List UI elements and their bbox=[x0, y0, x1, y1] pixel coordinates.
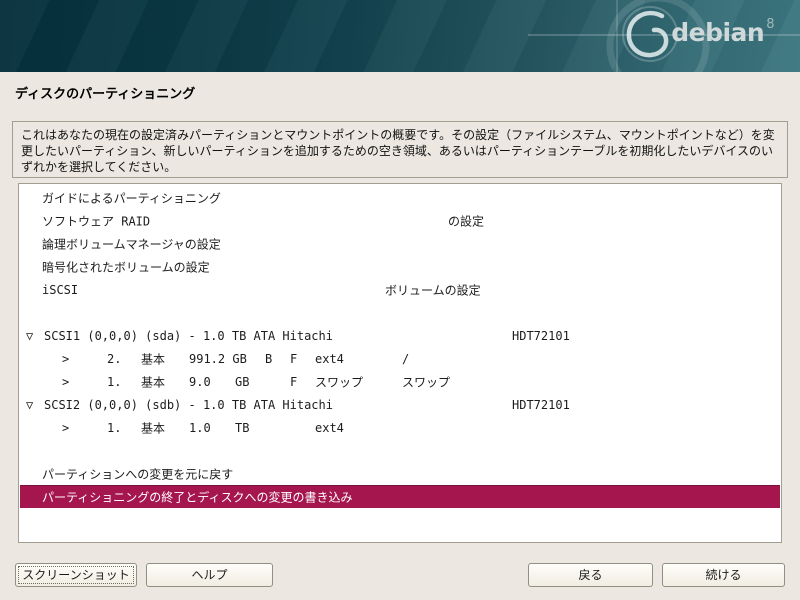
screenshot-button[interactable]: スクリーンショット bbox=[15, 563, 137, 587]
row-text: 基本 bbox=[141, 373, 165, 390]
row-text: / bbox=[402, 352, 409, 366]
row-text: 論理ボリュームマネージャの設定 bbox=[42, 235, 221, 252]
row-text: ext4 bbox=[315, 352, 344, 366]
expander-open-icon[interactable]: ▽ bbox=[26, 329, 33, 343]
row-text: iSCSI bbox=[42, 283, 78, 297]
row-text: GB bbox=[235, 375, 249, 389]
header-banner: debian8 bbox=[0, 0, 800, 72]
partition-list[interactable]: ガイドによるパーティショニングソフトウェア RAID の設定論理ボリュームマネージ… bbox=[18, 183, 782, 543]
row-text: 暗号化されたボリュームの設定 bbox=[42, 258, 210, 275]
row-text: スワップ bbox=[315, 373, 363, 390]
row-text: パーティションへの変更を元に戻す bbox=[42, 465, 233, 482]
row-text: F bbox=[290, 375, 297, 389]
row-text: の設定 bbox=[448, 212, 484, 229]
row-text: 基本 bbox=[141, 350, 165, 367]
go-back-button[interactable]: 戻る bbox=[528, 563, 653, 587]
configure-encrypted-volumes[interactable]: 暗号化されたボリュームの設定 bbox=[20, 255, 780, 278]
undo-partition-changes[interactable]: パーティションへの変更を元に戻す bbox=[20, 462, 780, 485]
spacer-row bbox=[20, 439, 780, 462]
chevron-right-icon[interactable]: > bbox=[62, 352, 69, 366]
row-text: SCSI2 (0,0,0) (sdb) - 1.0 TB ATA Hitachi bbox=[44, 398, 333, 412]
row-text: ガイドによるパーティショニング bbox=[42, 189, 221, 206]
row-text: 991.2 GB bbox=[189, 352, 247, 366]
partition-sdb1[interactable]: >1. 基本 1.0 TB ext4 bbox=[20, 416, 780, 439]
page-title: ディスクのパーティショニング bbox=[15, 83, 195, 102]
row-text: 1. bbox=[107, 421, 121, 435]
row-text: 1.0 bbox=[189, 421, 211, 435]
description-box: これはあなたの現在の設定済みパーティションとマウントポイントの概要です。その設定… bbox=[12, 121, 788, 178]
debian-logo-text: debian8 bbox=[671, 20, 772, 45]
row-text: 9.0 bbox=[189, 375, 211, 389]
row-text: 1. bbox=[107, 375, 121, 389]
row-text: SCSI1 (0,0,0) (sda) - 1.0 TB ATA Hitachi bbox=[44, 329, 333, 343]
row-text: 2. bbox=[107, 352, 121, 366]
row-text: スワップ bbox=[402, 373, 450, 390]
configure-iscsi-volumes[interactable]: iSCSI ボリュームの設定 bbox=[20, 278, 780, 301]
guided-partitioning[interactable]: ガイドによるパーティショニング bbox=[20, 186, 780, 209]
continue-button[interactable]: 続ける bbox=[662, 563, 785, 587]
disk-sdb[interactable]: ▽ SCSI2 (0,0,0) (sdb) - 1.0 TB ATA Hitach… bbox=[20, 393, 780, 416]
row-text: パーティショニングの終了とディスクへの変更の書き込み bbox=[42, 488, 352, 505]
row-text: HDT72101 bbox=[512, 398, 570, 412]
row-text: F bbox=[290, 352, 297, 366]
row-text: HDT72101 bbox=[512, 329, 570, 343]
row-text: TB bbox=[235, 421, 249, 435]
row-text: ext4 bbox=[315, 421, 344, 435]
disk-sda[interactable]: ▽ SCSI1 (0,0,0) (sda) - 1.0 TB ATA Hitach… bbox=[20, 324, 780, 347]
configure-software-raid[interactable]: ソフトウェア RAID の設定 bbox=[20, 209, 780, 232]
row-text: ソフトウェア RAID bbox=[42, 212, 150, 229]
row-text: 基本 bbox=[141, 419, 165, 436]
spacer-row bbox=[20, 301, 780, 324]
partition-sda2[interactable]: >2. 基本 991.2 GB B Fext4 / bbox=[20, 347, 780, 370]
chevron-right-icon[interactable]: > bbox=[62, 375, 69, 389]
chevron-right-icon[interactable]: > bbox=[62, 421, 69, 435]
partition-sda1[interactable]: >1. 基本 9.0 GB F スワップ スワップ bbox=[20, 370, 780, 393]
row-text: ボリュームの設定 bbox=[385, 281, 481, 298]
configure-lvm[interactable]: 論理ボリュームマネージャの設定 bbox=[20, 232, 780, 255]
finish-partitioning[interactable]: パーティショニングの終了とディスクへの変更の書き込み bbox=[20, 485, 780, 508]
expander-open-icon[interactable]: ▽ bbox=[26, 398, 33, 412]
help-button[interactable]: ヘルプ bbox=[146, 563, 273, 587]
debian-version: 8 bbox=[766, 17, 774, 32]
row-text: B bbox=[265, 352, 272, 366]
description-text: これはあなたの現在の設定済みパーティションとマウントポイントの概要です。その設定… bbox=[21, 128, 775, 174]
